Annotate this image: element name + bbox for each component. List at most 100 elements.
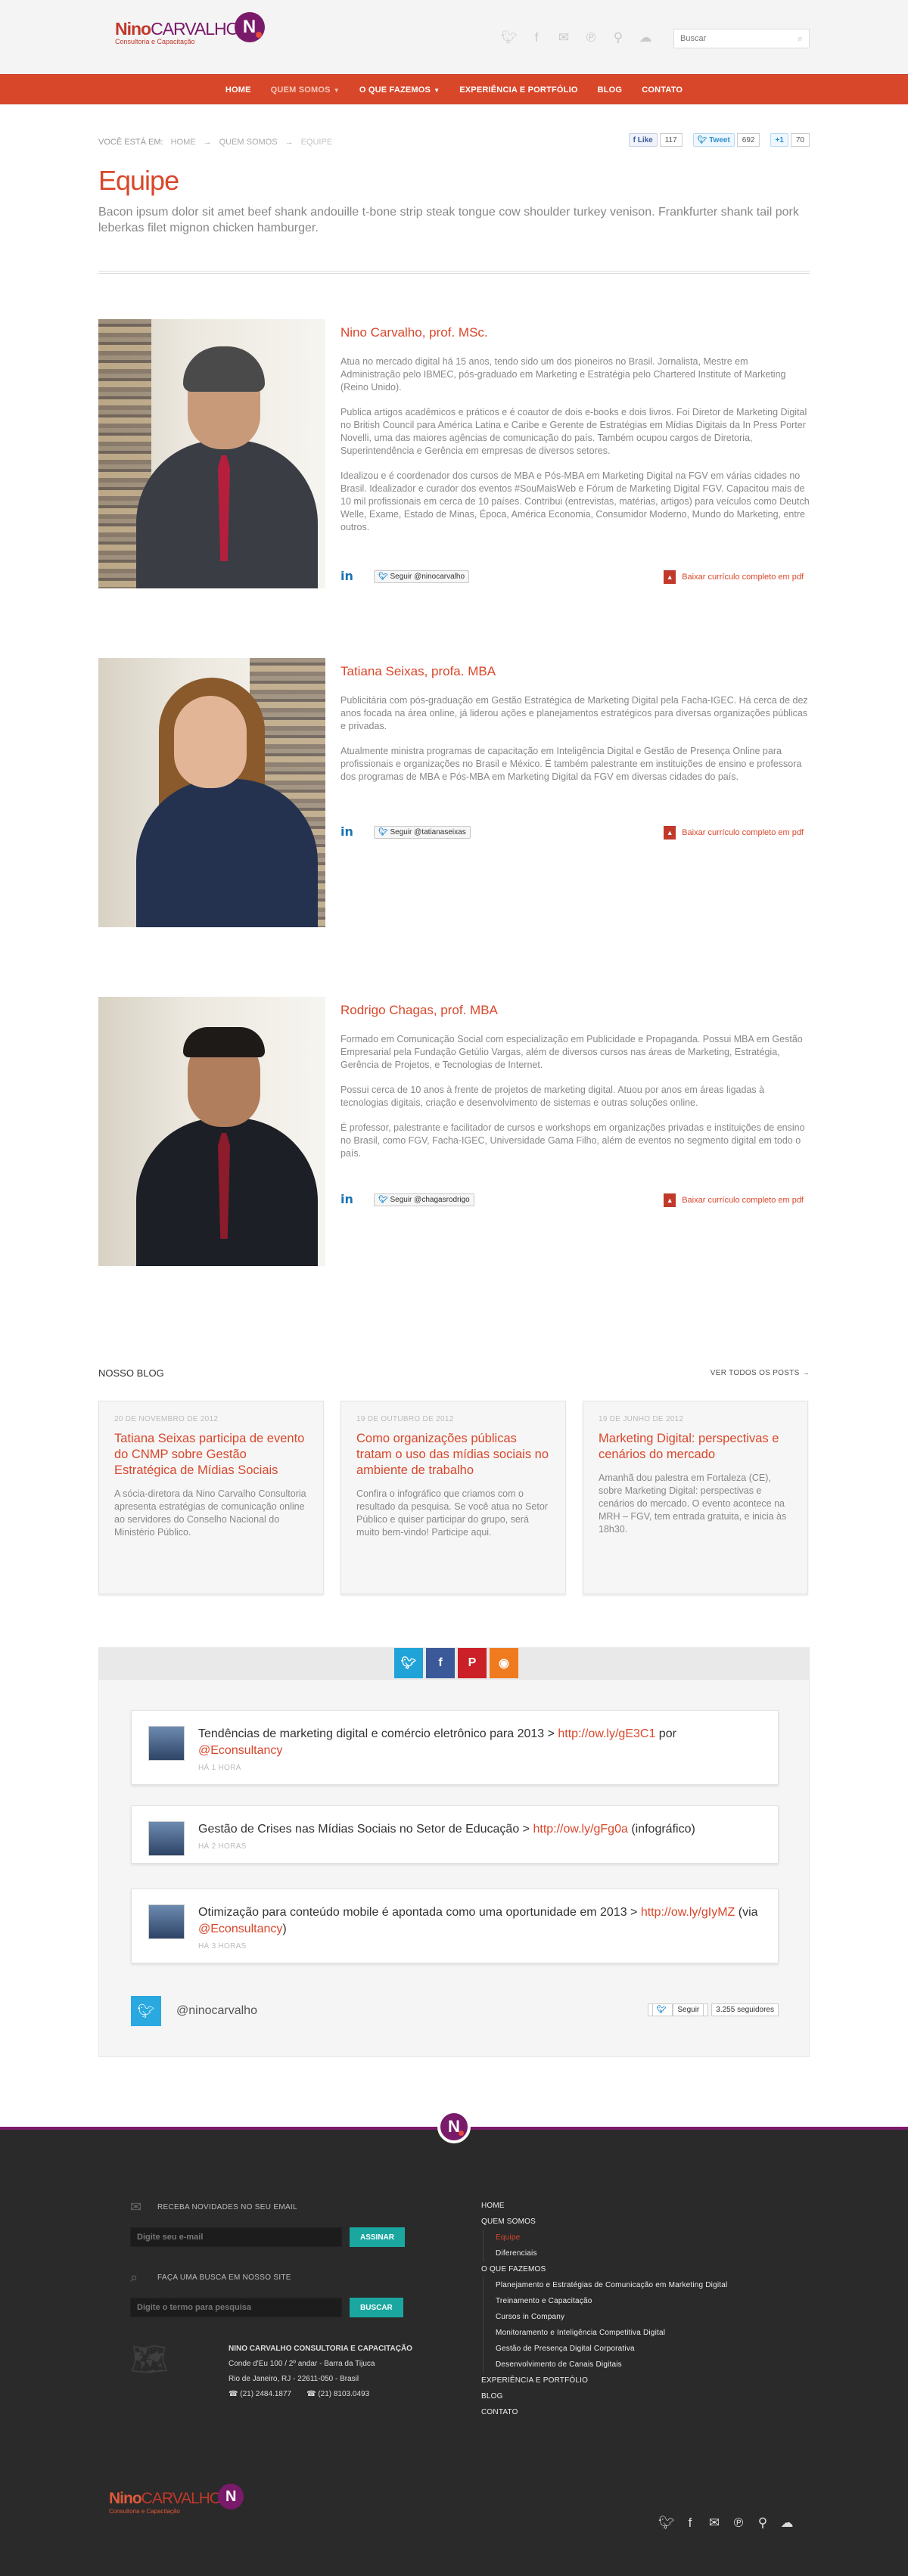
breadcrumb-home[interactable]: HOME [171, 138, 196, 147]
pinterest-icon[interactable]: P [458, 1648, 487, 1678]
footer-logo[interactable]: NinoCARVALHO Consultoria e Capacitação N [109, 2484, 244, 2515]
tweet-link[interactable]: http://ow.ly/gFg0a [533, 1823, 627, 1836]
tweet-text: Gestão de Crises nas Mídias Sociais no S… [198, 1823, 695, 1836]
twitter-follow-button[interactable]: 🐦︎ Seguir [647, 2003, 709, 2016]
blog-heading: NOSSO BLOG [98, 1367, 164, 1379]
linkedin-icon[interactable]: in [340, 569, 353, 583]
sitemap-experiencia[interactable]: EXPERIÊNCIA E PORTFÓLIO [481, 2373, 727, 2388]
footer-address: 🗺︎ NINO CARVALHO CONSULTORIA E CAPACITAÇ… [130, 2342, 418, 2417]
sitemap-service-link[interactable]: Cursos in Company [496, 2309, 727, 2325]
gplus-button[interactable]: +1 [770, 133, 788, 147]
nav-item-quem-somos[interactable]: QUEM SOMOS ▼ [261, 85, 350, 95]
footer-search-input[interactable] [130, 2298, 342, 2317]
twitter-follow-button[interactable]: 🐦︎ Seguir @tatianaseixas [374, 826, 471, 839]
blogger-icon[interactable]: ✉︎ [555, 30, 572, 45]
site-header: NinoCARVALHO Consultoria e Capacitação N… [0, 0, 908, 74]
pdf-icon: ▲ [664, 1193, 676, 1207]
blogger-icon[interactable]: ✉︎ [707, 2515, 722, 2531]
newsletter-label: ✉ RECEBA NOVIDADES NO SEU EMAIL [130, 2199, 297, 2214]
soundcloud-icon[interactable]: ☁︎ [779, 2515, 794, 2531]
sitemap-service-link[interactable]: Gestão de Presença Digital Corporativa [496, 2341, 727, 2357]
twitter-follow-button[interactable]: 🐦︎ Seguir @chagasrodrigo [374, 1193, 474, 1206]
social-feed: 🐦︎ f P ◉ Tendências de marketing digital… [98, 1647, 810, 2057]
member-links: in 🐦︎ Seguir @chagasrodrigo ▲ Baixar curr… [340, 1192, 810, 1209]
post-date: 19 DE JUNHO DE 2012 [599, 1415, 684, 1423]
post-title[interactable]: Tatiana Seixas participa de evento do CN… [114, 1431, 308, 1479]
facebook-icon[interactable]: f [426, 1648, 455, 1678]
phone-icon: ☎ [229, 2390, 241, 2398]
nav-item-blog[interactable]: BLOG [588, 85, 633, 95]
facebook-like-count: 117 [659, 133, 683, 147]
footer-sitemap: HOME QUEM SOMOS Equipe Diferenciais O QU… [481, 2198, 727, 2420]
twitter-icon[interactable]: 🐦︎ [394, 1648, 423, 1678]
sitemap-equipe[interactable]: Equipe [496, 2230, 727, 2245]
sitemap-service-link[interactable]: Monitoramento e Inteligência Competitiva… [496, 2325, 727, 2341]
twitter-icon[interactable]: 🐦︎ [658, 2515, 675, 2531]
sitemap-diferenciais[interactable]: Diferenciais [496, 2245, 727, 2261]
logo-tagline: Consultoria e Capacitação [115, 38, 195, 45]
pinterest-icon[interactable]: ℗ [583, 30, 599, 45]
post-title[interactable]: Marketing Digital: perspectivas e cenári… [599, 1431, 792, 1463]
linkedin-icon[interactable]: in [340, 824, 353, 839]
newsletter-email-input[interactable] [130, 2227, 342, 2247]
sitemap-blog[interactable]: BLOG [481, 2388, 727, 2404]
twitter-icon[interactable]: 🐦︎ [501, 30, 518, 45]
post-excerpt: Confira o infográfico que criamos com o … [356, 1488, 548, 1538]
soundcloud-icon[interactable]: ☁︎ [637, 30, 654, 45]
blog-post-card[interactable]: 19 DE OUTUBRO DE 2012 Como organizações … [340, 1401, 566, 1594]
sitemap-service-link[interactable]: Treinamento e Capacitação [496, 2293, 727, 2309]
tweet-text: Otimização para conteúdo mobile é aponta… [198, 1906, 758, 1935]
download-cv-link[interactable]: ▲ Baixar currículo completo em pdf [664, 570, 804, 584]
tweet-link[interactable]: http://ow.ly/gE3C1 [558, 1727, 655, 1740]
sitemap-service-link[interactable]: Desenvolvimento de Canais Digitais [496, 2357, 727, 2373]
team-member: Rodrigo Chagas, prof. MBA Formado em Com… [98, 997, 810, 1336]
footer-forms: ✉RECEBA NOVIDADES NO SEU EMAIL ASSINAR ⌕… [130, 2199, 418, 2417]
site-footer: N ✉RECEBA NOVIDADES NO SEU EMAIL ASSINAR… [0, 2110, 908, 2576]
breadcrumb-label: VOCÊ ESTÁ EM: [98, 138, 163, 147]
main-content: VOCÊ ESTÁ EM: HOME → QUEM SOMOS → EQUIPE… [98, 104, 810, 2057]
sitemap-home[interactable]: HOME [481, 2198, 727, 2214]
post-date: 19 DE OUTUBRO DE 2012 [356, 1415, 454, 1423]
tweet-button[interactable]: 🐦︎ Tweet [692, 133, 735, 147]
foursquare-icon[interactable]: ⚲ [755, 2515, 770, 2531]
avatar [148, 1904, 185, 1939]
tweet-mention[interactable]: @Econsultancy [198, 1923, 282, 1935]
rss-icon[interactable]: ◉ [490, 1648, 518, 1678]
logo-wordmark: NinoCARVALHO [115, 19, 240, 39]
tweet-mention[interactable]: @Econsultancy [198, 1744, 282, 1757]
download-cv-link[interactable]: ▲ Baixar currículo completo em pdf [664, 1193, 804, 1207]
member-bio: Publicitária com pós-graduação em Gestão… [340, 695, 808, 782]
tweet-link[interactable]: http://ow.ly/gIyMZ [641, 1906, 735, 1919]
footer-search-button[interactable]: BUSCAR [350, 2298, 403, 2317]
view-all-posts-link[interactable]: VER TODOS OS POSTS → [711, 1369, 810, 1377]
download-cv-link[interactable]: ▲ Baixar currículo completo em pdf [664, 826, 804, 840]
nav-item-o-que-fazemos[interactable]: O QUE FAZEMOS ▼ [350, 85, 449, 95]
search-input[interactable] [674, 29, 788, 48]
linkedin-icon[interactable]: in [340, 1192, 353, 1206]
sitemap-quem-somos[interactable]: QUEM SOMOS [481, 2218, 536, 2226]
facebook-like-button[interactable]: f Like [628, 133, 658, 147]
nav-item-experiencia[interactable]: EXPERIÊNCIA E PORTFÓLIO [449, 85, 587, 95]
twitter-follow-button[interactable]: 🐦︎ Seguir @ninocarvalho [374, 570, 470, 583]
facebook-icon[interactable]: f [528, 30, 545, 45]
subscribe-button[interactable]: ASSINAR [350, 2227, 406, 2247]
post-title[interactable]: Como organizações públicas tratam o uso … [356, 1431, 550, 1479]
breadcrumb-quem-somos[interactable]: QUEM SOMOS [219, 138, 278, 147]
facebook-icon[interactable]: f [683, 2515, 698, 2531]
foursquare-icon[interactable]: ⚲ [610, 30, 627, 45]
site-logo[interactable]: NinoCARVALHO Consultoria e Capacitação N [115, 12, 265, 46]
blog-post-card[interactable]: 20 DE NOVEMBRO DE 2012 Tatiana Seixas pa… [98, 1401, 324, 1594]
twitter-handle[interactable]: @ninocarvalho [176, 2004, 257, 2018]
twitter-profile-row: 🐦︎ @ninocarvalho 🐦︎ Seguir 3.255 seguido… [131, 1996, 779, 2026]
post-excerpt: A sócia-diretora da Nino Carvalho Consul… [114, 1488, 306, 1538]
pinterest-icon[interactable]: ℗ [731, 2515, 746, 2531]
sitemap-contato[interactable]: CONTATO [481, 2404, 727, 2420]
nav-item-home[interactable]: HOME [216, 85, 261, 95]
logo-badge: N [218, 2484, 244, 2509]
sitemap-service-link[interactable]: Planejamento e Estratégias de Comunicaçã… [496, 2277, 727, 2293]
search-icon[interactable]: ⌕ [798, 33, 803, 45]
blog-post-card[interactable]: 19 DE JUNHO DE 2012 Marketing Digital: p… [583, 1401, 808, 1594]
nav-item-contato[interactable]: CONTATO [632, 85, 692, 95]
member-links: in 🐦︎ Seguir @ninocarvalho ▲ Baixar currí… [340, 569, 810, 585]
sitemap-o-que-fazemos[interactable]: O QUE FAZEMOS [481, 2265, 546, 2273]
